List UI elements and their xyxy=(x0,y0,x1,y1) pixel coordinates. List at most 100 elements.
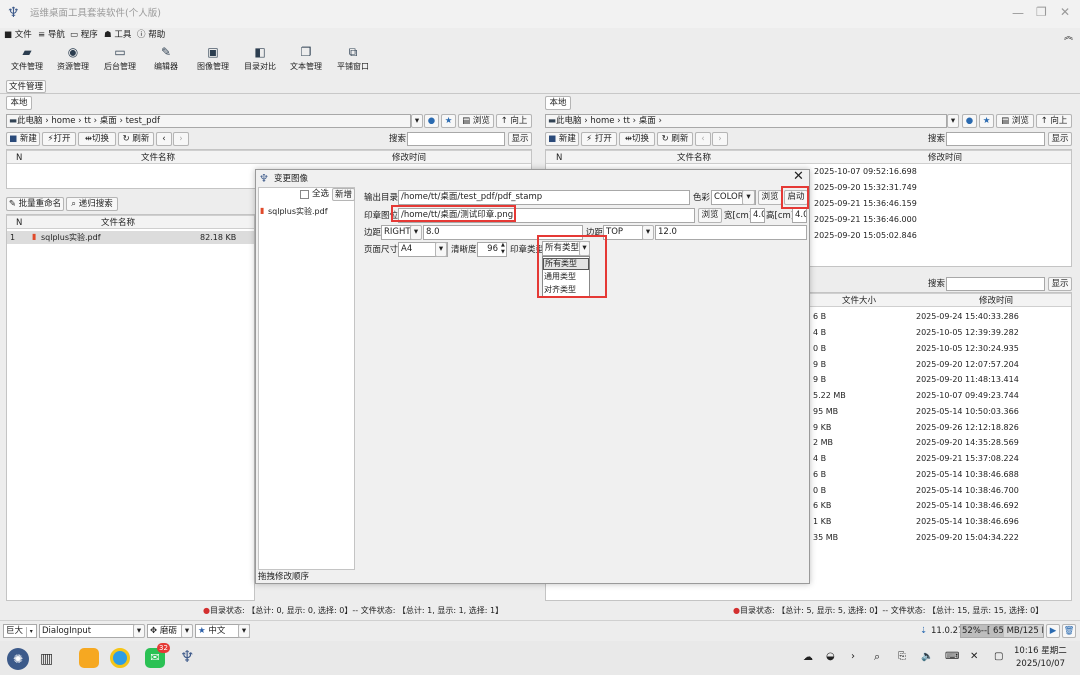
minimize-icon[interactable]: — xyxy=(1012,6,1024,20)
table-row[interactable]: 1 ▮ sqlplus实验.pdf 82.18 KB xyxy=(7,231,254,244)
menu-tools[interactable]: ☗ 工具 xyxy=(104,29,131,41)
app-taskbar-icon[interactable]: ♆ xyxy=(180,647,200,669)
close-icon[interactable]: ✕ xyxy=(793,169,804,184)
left-path-bar[interactable]: ▬此电脑 › home › tt › 桌面 › test_pdf xyxy=(6,114,411,128)
output-dir-input[interactable]: /home/tt/桌面/test_pdf/pdf_stamp xyxy=(398,190,690,205)
right-refresh-button[interactable]: ↻ 刷新 xyxy=(657,132,693,146)
refresh-icon: ↻ xyxy=(661,134,669,144)
right-path-dropdown[interactable]: ▾ xyxy=(947,114,959,128)
right-favorite-button[interactable]: ★ xyxy=(979,114,994,128)
chevron-right-icon[interactable]: › xyxy=(851,651,855,662)
search-icon[interactable]: ⌕ xyxy=(874,650,880,664)
stamp-image-input[interactable]: /home/tt/桌面/测试印章.png xyxy=(398,208,695,223)
toolbar-image-manager[interactable]: ▣ 图像管理 xyxy=(190,46,236,72)
menu-item-align-type[interactable]: 对齐类型 xyxy=(544,285,576,295)
left-search-input[interactable] xyxy=(407,132,505,146)
left-forward-button[interactable]: › xyxy=(173,132,189,146)
right-tab-local[interactable]: 本地 xyxy=(545,96,571,110)
menu-item-all-types[interactable]: 所有类型 xyxy=(543,258,589,270)
right-open-button[interactable]: ⚡ 打开 xyxy=(581,132,617,146)
left-up-button[interactable]: ↑ 向上 xyxy=(496,114,532,128)
right-back-button[interactable]: ‹ xyxy=(695,132,711,146)
font-select[interactable]: DialogInput xyxy=(39,624,144,638)
file-manager-app-icon[interactable] xyxy=(79,648,99,668)
output-browse-button[interactable]: 浏览 xyxy=(758,190,782,205)
add-file-button[interactable]: 新增 xyxy=(332,188,355,201)
page-size-dropdown[interactable]: ▾ xyxy=(435,242,447,257)
toolbar-backend-manager[interactable]: ▭ 后台管理 xyxy=(97,46,143,72)
maximize-icon[interactable]: ❐ xyxy=(1036,5,1047,19)
margin-v-dropdown[interactable]: ▾ xyxy=(642,225,654,240)
keyboard-icon[interactable]: ⌨ xyxy=(945,651,959,662)
menu-item-general-type[interactable]: 通用类型 xyxy=(544,272,576,282)
cloud-icon[interactable]: ☁ xyxy=(803,652,813,663)
menu-help[interactable]: ⓘ 帮助 xyxy=(137,29,165,41)
left-switch-button[interactable]: ⇹切换 xyxy=(78,132,116,146)
notification-icon[interactable]: ▢ xyxy=(994,651,1003,662)
left-tab-local[interactable]: 本地 xyxy=(6,96,32,110)
language-dropdown[interactable]: ▾ xyxy=(238,624,250,638)
left-back-button[interactable]: ‹ xyxy=(156,132,172,146)
toolbar-dir-compare[interactable]: ◧ 目录对比 xyxy=(237,46,283,72)
left-open-button[interactable]: ⚡打开 xyxy=(42,132,76,146)
font-dropdown[interactable]: ▾ xyxy=(133,624,145,638)
stamp-image-label: 印章图位 xyxy=(364,211,399,221)
volume-icon[interactable]: 🔈 xyxy=(921,651,933,662)
left-favorite-button[interactable]: ★ xyxy=(441,114,456,128)
left-path-dropdown[interactable]: ▾ xyxy=(411,114,423,128)
toolbar-resource-manager[interactable]: ◉ 资源管理 xyxy=(50,46,96,72)
right-show2-button[interactable]: 显示 xyxy=(1048,277,1072,291)
tab-file-manager[interactable]: 文件管理 xyxy=(6,80,46,93)
menu-file[interactable]: ■ 文件 xyxy=(4,29,32,41)
network-icon[interactable]: ◒ xyxy=(826,651,835,662)
menu-program[interactable]: ▭ 程序 xyxy=(70,29,98,41)
margin-h-input[interactable]: 8.0 xyxy=(423,225,583,240)
right-path-bar[interactable]: ▬此电脑 › home › tt › 桌面 › xyxy=(545,114,947,128)
input-method-icon[interactable]: ✕ xyxy=(970,651,978,662)
right-new-button[interactable]: ■ 新建 xyxy=(545,132,579,146)
list-item[interactable]: ▮ sqlplus实验.pdf xyxy=(259,206,354,219)
left-history-button[interactable]: ● xyxy=(424,114,439,128)
left-browse-button[interactable]: ▤ 浏览 xyxy=(458,114,494,128)
theme-dropdown[interactable]: ▾ xyxy=(181,624,193,638)
stamp-type-dropdown[interactable]: ▾ xyxy=(579,241,590,256)
width-input[interactable]: 4.0 xyxy=(750,208,765,223)
right-show-button[interactable]: 显示 xyxy=(1048,132,1072,146)
toolbar-file-manager[interactable]: ▰ 文件管理 xyxy=(4,46,50,72)
left-refresh-button[interactable]: ↻ 刷新 xyxy=(118,132,154,146)
left-show-button[interactable]: 显示 xyxy=(508,132,532,146)
stamp-browse-button[interactable]: 浏览 xyxy=(698,208,722,223)
right-switch-button[interactable]: ⇹切换 xyxy=(619,132,655,146)
font-size-select[interactable]: 巨大 ▾ xyxy=(3,624,37,638)
dpi-stepper[interactable]: ▲ ▼ xyxy=(501,242,505,256)
taskbar: ✺ ▥ ✉ 32 ♆ ☁ ◒ › ⌕ ⎘ 🔈 ⌨ ✕ ▢ 10:16 星期二 2… xyxy=(0,641,1080,675)
collapse-icon[interactable]: ︽ xyxy=(1064,29,1073,42)
gc-button[interactable]: ▶ xyxy=(1046,624,1060,638)
launcher-icon[interactable]: ✺ xyxy=(7,648,29,670)
margin-v-select[interactable]: TOP xyxy=(603,225,643,240)
left-new-button[interactable]: ■ 新建 xyxy=(6,132,40,146)
multitask-icon[interactable]: ▥ xyxy=(40,651,53,667)
batch-rename-button[interactable]: ✎ 批量重命名 xyxy=(6,197,64,211)
right-up-button[interactable]: ↑ 向上 xyxy=(1036,114,1072,128)
color-dropdown[interactable]: ▾ xyxy=(742,190,755,205)
menu-nav[interactable]: ≡ 导航 xyxy=(38,29,65,41)
toolbar-tile-window[interactable]: ⧉ 平铺窗口 xyxy=(330,46,376,72)
toolbar-text-manager[interactable]: ❐ 文本管理 xyxy=(283,46,329,72)
right-search2-input[interactable] xyxy=(946,277,1045,291)
start-button[interactable]: 启动 xyxy=(784,190,808,205)
right-browse-button[interactable]: ▤ 浏览 xyxy=(996,114,1034,128)
browser-app-icon[interactable] xyxy=(110,648,130,668)
close-icon[interactable]: ✕ xyxy=(1060,5,1070,19)
right-history-button[interactable]: ● xyxy=(962,114,977,128)
margin-v-input[interactable]: 12.0 xyxy=(655,225,807,240)
right-search-input[interactable] xyxy=(946,132,1045,146)
clipboard-icon[interactable]: ⎘ xyxy=(898,651,906,662)
margin-h-dropdown[interactable]: ▾ xyxy=(410,225,422,240)
toolbar-editor[interactable]: ✎ 编辑器 xyxy=(143,46,189,72)
recursive-search-button[interactable]: ⌕ 递归搜索 xyxy=(66,197,118,211)
height-input[interactable]: 4.0 xyxy=(792,208,807,223)
right-forward-button[interactable]: › xyxy=(712,132,728,146)
select-all-checkbox[interactable] xyxy=(300,190,309,199)
trash-button[interactable]: 🗑 xyxy=(1062,624,1076,638)
